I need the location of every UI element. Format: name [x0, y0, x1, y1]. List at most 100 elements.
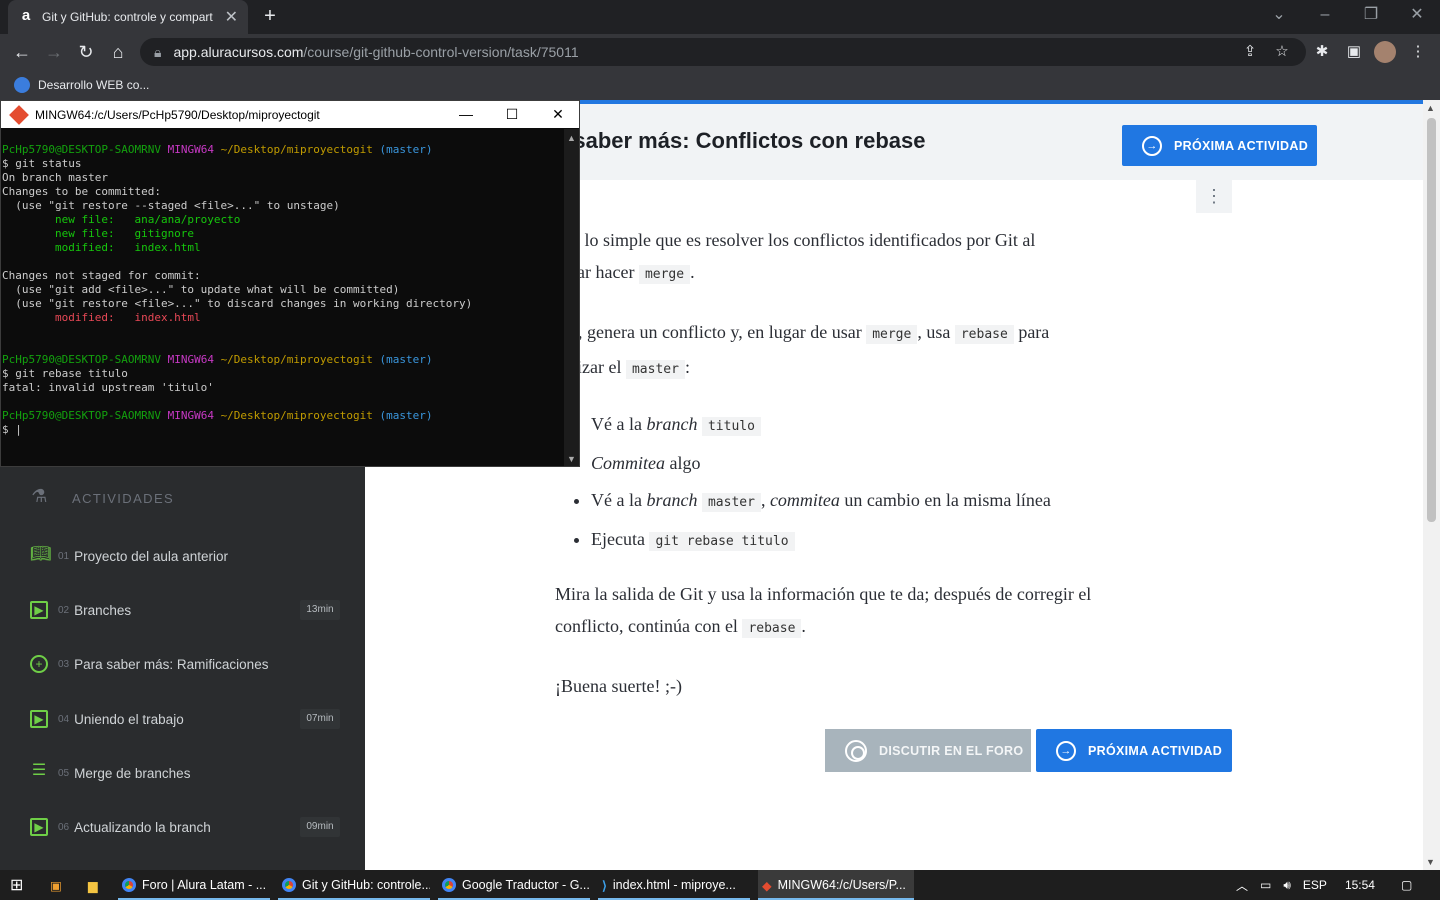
- forum-label: DISCUTIR EN EL FORO: [879, 743, 1024, 758]
- discuss-forum-button[interactable]: DISCUTIR EN EL FORO: [825, 729, 1031, 772]
- video-icon: ▶: [30, 601, 48, 619]
- bookmarks-bar: Desarrollo WEB co...: [0, 70, 1440, 100]
- back-button[interactable]: ←: [10, 40, 34, 64]
- arrow-circle-icon: →: [1056, 740, 1076, 761]
- terminal-output[interactable]: PcHp5790@DESKTOP-SAOMRNV MINGW64 ~/Deskt…: [2, 143, 562, 437]
- notifications-icon[interactable]: ▢: [1401, 878, 1412, 892]
- taskbar-app-vscode[interactable]: ⟩ index.html - miproye...: [598, 870, 750, 900]
- minimize-button[interactable]: –: [1302, 0, 1348, 30]
- git-icon: [9, 104, 29, 125]
- url-host: app.aluracursos.com: [173, 44, 304, 60]
- restore-button[interactable]: ❐: [1348, 0, 1394, 30]
- address-bar[interactable]: 🔒︎ app.aluracursos.com/course/git-github…: [140, 38, 1306, 66]
- vscode-icon: ⟩: [602, 878, 607, 893]
- item-label: Merge de branches: [74, 765, 191, 781]
- side-panel-icon[interactable]: ▣: [1342, 40, 1366, 64]
- next-activity-label: PRÓXIMA ACTIVIDAD: [1174, 138, 1309, 153]
- terminal-maximize-button[interactable]: ☐: [489, 101, 535, 128]
- item-number: 05: [58, 767, 70, 779]
- item-label: Proyecto del aula anterior: [74, 548, 228, 564]
- duration-badge: 13min: [300, 600, 340, 620]
- scrollbar-thumb[interactable]: [1427, 118, 1436, 522]
- home-button[interactable]: ⌂: [106, 40, 130, 64]
- close-window-button[interactable]: ✕: [1394, 0, 1440, 30]
- terminal-window[interactable]: MINGW64:/c/Users/PcHp5790/Desktop/miproy…: [0, 100, 580, 467]
- activities-title: ACTIVIDADES: [72, 490, 175, 506]
- clock[interactable]: 15:54: [1345, 878, 1375, 892]
- taskbar-app-forum[interactable]: Foro | Alura Latam - ...: [118, 870, 270, 900]
- paragraph-goodluck: ¡Buena suerte! ;-): [555, 676, 682, 696]
- next-activity-button-bottom[interactable]: → PRÓXIMA ACTIVIDAD: [1036, 729, 1232, 772]
- file-explorer-icon[interactable]: ▆: [84, 870, 106, 900]
- terminal-minimize-button[interactable]: —: [443, 101, 489, 128]
- sidebar-item-01[interactable]: 📖︎ 01 Proyecto del aula anterior: [30, 538, 340, 574]
- more-options-icon[interactable]: ⋮: [1196, 180, 1232, 213]
- book-icon: 📖︎: [30, 544, 52, 563]
- lifebuoy-icon: [845, 739, 867, 762]
- volume-icon[interactable]: 🔊︎: [1283, 878, 1291, 893]
- extensions-icon[interactable]: ✱: [1310, 40, 1334, 64]
- sidebar-item-03[interactable]: + 03 Para saber más: Ramificaciones: [30, 646, 340, 682]
- list-item: Ejecuta git rebase titulo: [591, 521, 1131, 560]
- taskbar-app-label: Git y GitHub: controle...: [302, 878, 430, 892]
- alura-favicon-icon: a: [21, 7, 31, 24]
- bookmark-star-icon[interactable]: ☆: [1270, 40, 1294, 64]
- activities-header: ⚗ ACTIVIDADES: [30, 486, 174, 510]
- page-scrollbar[interactable]: ▲ ▼: [1423, 100, 1440, 870]
- browser-tab[interactable]: a Git y GitHub: controle y compart ✕: [8, 0, 248, 34]
- arrow-circle-icon: →: [1142, 135, 1162, 156]
- language-indicator[interactable]: ESP: [1303, 878, 1327, 892]
- taskbar-app-mingw[interactable]: ◆ MINGW64:/c/Users/P...: [758, 870, 914, 900]
- terminal-title: MINGW64:/c/Users/PcHp5790/Desktop/miproy…: [35, 107, 320, 122]
- url-path: /course/git-github-control-version/task/…: [303, 44, 579, 60]
- git-icon: ◆: [762, 878, 772, 893]
- page-title: a saber más: Conflictos con rebase: [555, 128, 926, 153]
- sidebar-item-02[interactable]: ▶ 02 Branches 13min: [30, 592, 340, 628]
- tab-title: Git y GitHub: controle y compart: [42, 10, 213, 24]
- paragraph-instructions: ora, genera un conflicto y, en lugar de …: [555, 322, 1050, 379]
- list-item: Vé a la branch titulo: [591, 406, 1131, 445]
- list-item: Commitea algo: [591, 453, 701, 473]
- bookmark-item[interactable]: Desarrollo WEB co...: [38, 78, 149, 92]
- media-player-icon[interactable]: ▣: [46, 870, 68, 900]
- item-label: Para saber más: Ramificaciones: [74, 656, 269, 672]
- profile-avatar[interactable]: [1374, 41, 1396, 63]
- taskbar-app-translator[interactable]: Google Traductor - G...: [438, 870, 590, 900]
- new-tab-button[interactable]: +: [258, 4, 282, 28]
- sidebar-item-04[interactable]: ▶ 04 Uniendo el trabajo 07min: [30, 701, 340, 737]
- video-icon: ▶: [30, 818, 48, 836]
- menu-kebab-icon[interactable]: ⋮: [1406, 40, 1430, 64]
- taskbar-app-label: Google Traductor - G...: [462, 878, 590, 892]
- windows-start-icon[interactable]: ⊞: [6, 870, 30, 900]
- taskbar-app-label: MINGW64:/c/Users/P...: [777, 878, 906, 892]
- share-icon[interactable]: ⇪: [1238, 40, 1262, 64]
- steps-list: Vé a la branch titulo Commitea algo Vé a…: [571, 406, 1131, 560]
- paragraph-intro: nos lo simple que es resolver los confli…: [555, 230, 1036, 284]
- item-label: Actualizando la branch: [74, 819, 211, 835]
- sidebar-item-06[interactable]: ▶ 06 Actualizando la branch 09min: [30, 809, 340, 845]
- terminal-titlebar[interactable]: MINGW64:/c/Users/PcHp5790/Desktop/miproy…: [1, 101, 579, 128]
- chevron-up-icon[interactable]: ︿: [1236, 877, 1248, 894]
- taskbar-app-git-course[interactable]: Git y GitHub: controle...: [278, 870, 430, 900]
- terminal-scrollbar[interactable]: ▲ ▼: [564, 129, 579, 466]
- chrome-icon: [122, 878, 136, 892]
- reload-button[interactable]: ↻: [74, 40, 98, 64]
- close-tab-icon[interactable]: ✕: [225, 7, 238, 27]
- sidebar-item-05[interactable]: ☰ 05 Merge de branches: [30, 755, 340, 791]
- next-activity-label: PRÓXIMA ACTIVIDAD: [1088, 743, 1223, 758]
- network-icon[interactable]: ▭: [1260, 878, 1271, 892]
- chrome-icon: [282, 878, 296, 892]
- terminal-close-button[interactable]: ✕: [535, 101, 581, 128]
- item-number: 06: [58, 821, 70, 833]
- list-icon: ☰: [31, 762, 47, 779]
- bookmark-favicon-icon: [14, 77, 30, 93]
- item-number: 04: [58, 713, 70, 725]
- duration-badge: 09min: [300, 817, 340, 837]
- list-item: Vé a la branch master, commitea un cambi…: [591, 482, 1131, 521]
- code-merge: merge: [638, 265, 691, 284]
- item-number: 02: [58, 604, 70, 616]
- forward-button[interactable]: →: [42, 40, 66, 64]
- next-activity-button[interactable]: → PRÓXIMA ACTIVIDAD: [1122, 125, 1317, 166]
- paragraph-output: Mira la salida de Git y usa la informaci…: [555, 584, 1092, 638]
- tab-search-icon[interactable]: ⌄: [1256, 0, 1302, 30]
